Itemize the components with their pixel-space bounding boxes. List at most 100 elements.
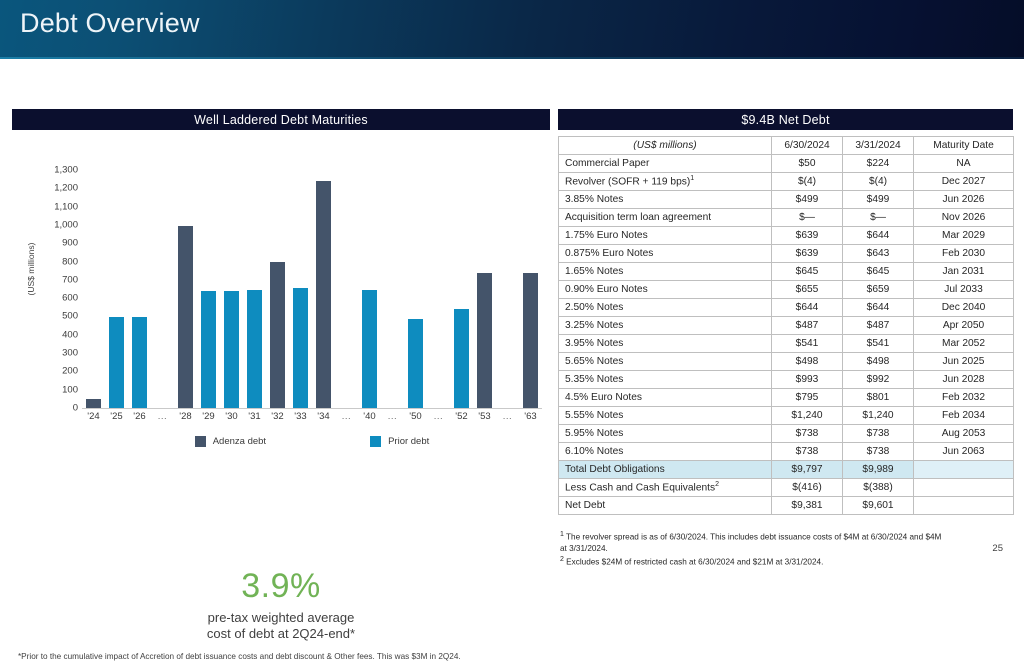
row-label: Commercial Paper: [558, 154, 772, 173]
x-axis-tick-label: ...: [341, 411, 352, 422]
y-axis-tick-label: 1,200: [54, 182, 78, 194]
y-axis-tick-label: 700: [62, 274, 78, 286]
chart-bar: [247, 289, 262, 408]
chart-bar-column: [243, 170, 266, 408]
y-axis-tick-label: 1,300: [54, 164, 78, 176]
table-row: Net Debt $9,381 $9,601: [558, 496, 1014, 515]
row-label: Less Cash and Cash Equivalents2: [558, 478, 772, 497]
table-row: 5.65% Notes $498 $498 Jun 2025: [558, 352, 1014, 371]
row-maturity-date: NA: [913, 154, 1014, 173]
chart-bar-column: [105, 170, 128, 408]
row-value-period-1: $795: [771, 388, 843, 407]
footnote-marker: 2: [715, 481, 719, 489]
row-value-period-2: $644: [842, 298, 914, 317]
cost-of-debt-caption: pre-tax weighted average cost of debt at…: [12, 610, 550, 642]
y-axis-tick-label: 500: [62, 310, 78, 322]
row-value-period-1: $9,381: [771, 496, 843, 515]
x-axis-tick-label: '34: [317, 411, 330, 422]
table-row: 5.35% Notes $993 $992 Jun 2028: [558, 370, 1014, 389]
chart-bar-column: [381, 170, 404, 408]
chart-panel: Well Laddered Debt Maturities (US$ milli…: [12, 109, 550, 661]
x-axis-tick-label: '52: [455, 411, 468, 422]
chart-bar-column: [519, 170, 542, 408]
chart-bar-column: [358, 170, 381, 408]
row-maturity-date: Feb 2030: [913, 244, 1014, 263]
table-footnotes: 1 The revolver spread is as of 6/30/2024…: [560, 529, 950, 567]
row-value-period-2: $738: [842, 424, 914, 443]
chart-bar-column: [427, 170, 450, 408]
row-label: 1.75% Euro Notes: [558, 226, 772, 245]
row-label: Total Debt Obligations: [558, 460, 772, 479]
y-axis-tick-label: 200: [62, 365, 78, 377]
chart-bar-column: [404, 170, 427, 408]
row-value-period-2: $9,989: [842, 460, 914, 479]
x-axis-tick-label: '31: [248, 411, 261, 422]
row-value-period-2: $644: [842, 226, 914, 245]
x-axis-tick-label: ...: [502, 411, 513, 422]
x-axis-tick-label: '30: [225, 411, 238, 422]
row-maturity-date: Dec 2027: [913, 172, 1014, 191]
row-value-period-2: $992: [842, 370, 914, 389]
row-value-period-1: $487: [771, 316, 843, 335]
row-value-period-1: $639: [771, 226, 843, 245]
table-row: 2.50% Notes $644 $644 Dec 2040: [558, 298, 1014, 317]
x-axis-tick-label: '32: [271, 411, 284, 422]
row-value-period-1: $(416): [771, 478, 843, 497]
chart-bar: [523, 272, 538, 408]
row-label: 4.5% Euro Notes: [558, 388, 772, 407]
chart-bar-column: [335, 170, 358, 408]
table-row: Acquisition term loan agreement $— $— Nov 2…: [558, 208, 1014, 227]
chart-bar-column: [496, 170, 519, 408]
chart-bar: [270, 262, 285, 408]
row-value-period-1: $639: [771, 244, 843, 263]
row-value-period-2: $—: [842, 208, 914, 227]
row-value-period-1: $9,797: [771, 460, 843, 479]
row-maturity-date: Mar 2029: [913, 226, 1014, 245]
column-header-period-2: 3/31/2024: [842, 136, 914, 155]
table-row: Total Debt Obligations $9,797 $9,989: [558, 460, 1014, 479]
chart-plot-area: [82, 170, 542, 409]
chart-bar: [408, 318, 423, 408]
footnote-2-text: Excludes $24M of restricted cash at 6/30…: [563, 557, 824, 567]
y-axis-tick-label: 300: [62, 347, 78, 359]
chart-bar: [224, 291, 239, 408]
table-row: Commercial Paper $50 $224 NA: [558, 154, 1014, 173]
chart-bar: [132, 316, 147, 408]
row-label: Revolver (SOFR + 119 bps)1: [558, 172, 772, 191]
row-label: 1.65% Notes: [558, 262, 772, 281]
legend-label: Prior debt: [388, 436, 430, 447]
legend-item-prior: Prior debt: [370, 436, 429, 447]
row-label: 0.90% Euro Notes: [558, 280, 772, 299]
row-value-period-1: $—: [771, 208, 843, 227]
x-axis-tick-label: '40: [363, 411, 376, 422]
table-row: 3.95% Notes $541 $541 Mar 2052: [558, 334, 1014, 353]
chart-bar-column: [473, 170, 496, 408]
row-maturity-date: [913, 496, 1014, 515]
chart-bar-column: [82, 170, 105, 408]
row-value-period-2: $1,240: [842, 406, 914, 425]
row-value-period-1: $(4): [771, 172, 843, 191]
debt-table-panel-title: $9.4B Net Debt: [558, 109, 1013, 130]
column-header-maturity: Maturity Date: [913, 136, 1014, 155]
y-axis-tick-label: 800: [62, 256, 78, 268]
bar-chart: (US$ millions) 1,300 1,200 1,100 1,000 900 80…: [12, 136, 550, 447]
chart-bar-column: [312, 170, 335, 408]
row-maturity-date: Feb 2034: [913, 406, 1014, 425]
row-value-period-1: $738: [771, 442, 843, 461]
table-header-row: (US$ millions) 6/30/2024 3/31/2024 Matur…: [558, 136, 1014, 155]
header-divider: [0, 57, 1024, 59]
table-row: Revolver (SOFR + 119 bps)1 $(4) $(4) Dec 20…: [558, 172, 1014, 191]
row-value-period-2: $(4): [842, 172, 914, 191]
row-maturity-date: Aug 2053: [913, 424, 1014, 443]
row-label: Net Debt: [558, 496, 772, 515]
chart-bar-column: [450, 170, 473, 408]
table-row: 3.25% Notes $487 $487 Apr 2050: [558, 316, 1014, 335]
x-axis-tick-label: ...: [157, 411, 168, 422]
y-axis-tick-label: 400: [62, 329, 78, 341]
row-value-period-2: $499: [842, 190, 914, 209]
chart-bar: [201, 291, 216, 408]
row-value-period-1: $541: [771, 334, 843, 353]
row-maturity-date: Jun 2028: [913, 370, 1014, 389]
chart-bar: [109, 316, 124, 408]
row-value-period-2: $9,601: [842, 496, 914, 515]
